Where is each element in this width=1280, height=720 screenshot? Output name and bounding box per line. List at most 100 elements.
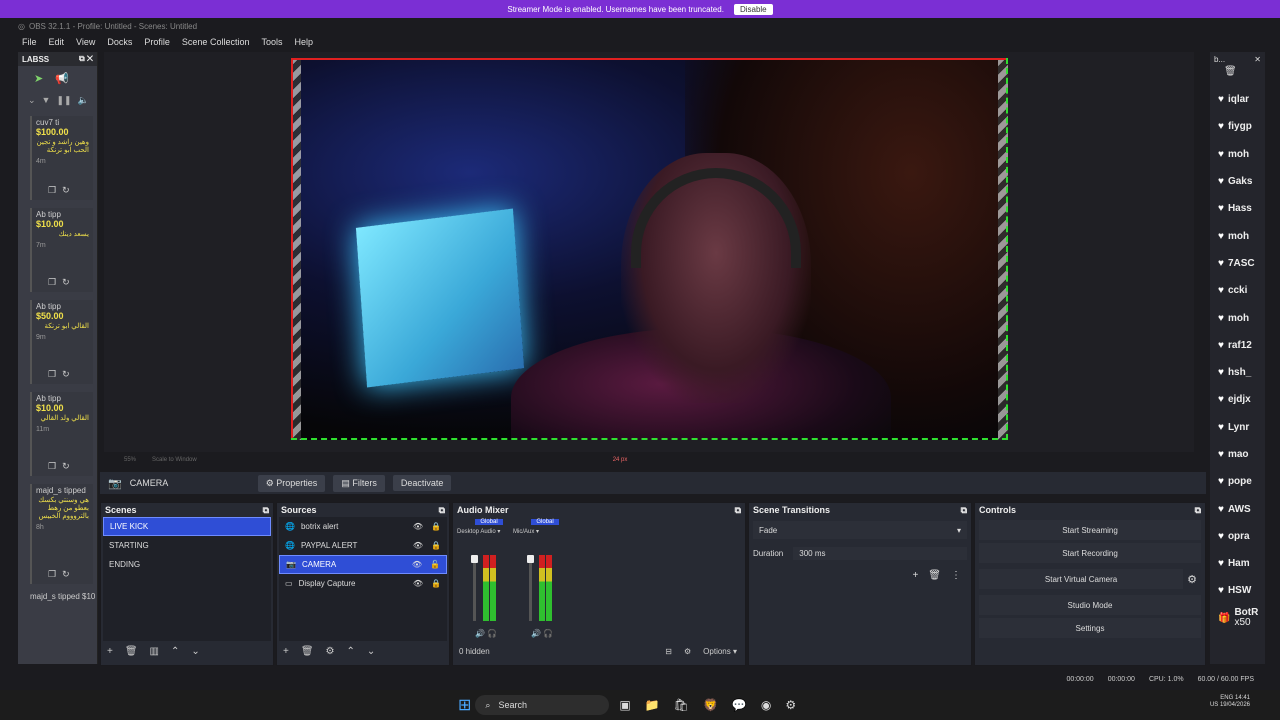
obs-icon[interactable]: ◉ bbox=[761, 698, 771, 712]
undock-icon[interactable]: ⧉ bbox=[735, 505, 741, 516]
disable-streamer-mode-button[interactable]: Disable bbox=[733, 3, 773, 15]
start-virtual-camera-button[interactable]: Start Virtual Camera bbox=[979, 569, 1184, 589]
scene-item-starting[interactable]: STARTING bbox=[103, 536, 271, 555]
scene-item-live-kick[interactable]: LIVE KICK bbox=[103, 517, 271, 536]
trash-icon[interactable]: 🗑 bbox=[301, 646, 314, 657]
source-item[interactable]: 📷 CAMERA 👁 🔓 bbox=[279, 555, 447, 574]
trash-icon[interactable]: 🗑 bbox=[928, 570, 941, 581]
down-arrow-icon[interactable]: ⌄ bbox=[367, 646, 375, 657]
start-streaming-button[interactable]: Start Streaming bbox=[979, 520, 1201, 540]
list-item[interactable]: ♥ mao bbox=[1210, 441, 1265, 468]
settings-button[interactable]: Settings bbox=[979, 618, 1201, 638]
studio-mode-button[interactable]: Studio Mode bbox=[979, 595, 1201, 615]
list-item[interactable]: ♥ moh bbox=[1210, 222, 1265, 249]
close-icon[interactable]: ✕ bbox=[1254, 55, 1261, 64]
list-item[interactable]: ♥ fiygp bbox=[1210, 113, 1265, 140]
volume-fader[interactable] bbox=[529, 555, 532, 621]
menu-edit[interactable]: Edit bbox=[49, 37, 65, 47]
headphones-icon[interactable]: 🎧 bbox=[543, 629, 553, 638]
replay-icon[interactable]: ↻ bbox=[62, 185, 70, 196]
lock-icon[interactable]: 🔒 bbox=[431, 579, 441, 588]
up-arrow-icon[interactable]: ⌃ bbox=[171, 646, 179, 657]
visibility-icon[interactable]: 👁 bbox=[413, 541, 423, 550]
add-icon[interactable]: + bbox=[283, 646, 289, 657]
list-item[interactable]: ♥ HSW bbox=[1210, 577, 1265, 604]
copy-icon[interactable]: ❐ bbox=[48, 569, 56, 580]
brave-browser-icon[interactable]: 🦁 bbox=[703, 698, 718, 712]
list-item[interactable]: ♥ raf12 bbox=[1210, 332, 1265, 359]
start-recording-button[interactable]: Start Recording bbox=[979, 543, 1201, 563]
messenger-icon[interactable]: 💬 bbox=[732, 698, 747, 712]
menu-file[interactable]: File bbox=[22, 37, 37, 47]
windows-start-icon[interactable]: ⊞ bbox=[458, 695, 471, 715]
list-item[interactable]: ♥ opra bbox=[1210, 523, 1265, 550]
speaker-icon[interactable]: 🔊 bbox=[475, 629, 485, 638]
copy-icon[interactable]: ❐ bbox=[48, 461, 56, 472]
menu-docks[interactable]: Docks bbox=[107, 37, 132, 47]
headphones-icon[interactable]: 🎧 bbox=[487, 629, 497, 638]
lock-icon[interactable]: 🔓 bbox=[430, 560, 440, 569]
source-item[interactable]: 🌐 botrix alert 👁 🔒 bbox=[279, 517, 447, 536]
more-icon[interactable]: ⋮ bbox=[951, 570, 961, 581]
trash-icon[interactable]: 🗑 bbox=[1210, 66, 1265, 86]
list-item[interactable]: ♥ ejdjx bbox=[1210, 386, 1265, 413]
list-item[interactable]: ♥ hsh_ bbox=[1210, 359, 1265, 386]
system-tray-clock[interactable]: ENG 14:41 US 19/04/2026 bbox=[1210, 695, 1250, 709]
undock-icon[interactable]: ⧉ bbox=[961, 505, 967, 516]
list-item[interactable]: 🎁 BotR x50 bbox=[1210, 605, 1265, 632]
deactivate-button[interactable]: Deactivate bbox=[392, 475, 452, 491]
menu-profile[interactable]: Profile bbox=[144, 37, 170, 47]
channel-name[interactable]: Desktop Audio ▾ bbox=[457, 528, 517, 535]
source-item[interactable]: 🌐 PAYPAL ALERT 👁 🔒 bbox=[279, 536, 447, 555]
filter-icon[interactable]: ▥ bbox=[150, 646, 159, 657]
dock-close-icon[interactable]: ⧉ ✕ bbox=[79, 54, 93, 64]
visibility-icon[interactable]: 👁 bbox=[413, 522, 423, 531]
undock-icon[interactable]: ⧉ bbox=[1195, 505, 1201, 516]
up-arrow-icon[interactable]: ⌃ bbox=[347, 646, 355, 657]
volume-fader-knob[interactable] bbox=[471, 555, 478, 563]
replay-icon[interactable]: ↻ bbox=[62, 569, 70, 580]
settings-icon[interactable]: ⚙ bbox=[785, 698, 796, 712]
add-icon[interactable]: + bbox=[912, 570, 918, 581]
copy-icon[interactable]: ❐ bbox=[48, 369, 56, 380]
duration-input[interactable]: 300 ms bbox=[793, 547, 967, 560]
copy-icon[interactable]: ❐ bbox=[48, 277, 56, 288]
scale-mode[interactable]: Scale to Window bbox=[152, 457, 197, 463]
channel-name[interactable]: Mic/Aux ▾ bbox=[513, 528, 573, 535]
visibility-icon[interactable]: 👁 bbox=[412, 560, 422, 569]
replay-icon[interactable]: ↻ bbox=[62, 277, 70, 288]
gear-icon[interactable]: ⚙ bbox=[1187, 573, 1205, 586]
lock-icon[interactable]: 🔒 bbox=[431, 541, 441, 550]
store-icon[interactable]: 🛍 bbox=[674, 698, 689, 712]
lock-icon[interactable]: 🔒 bbox=[431, 522, 441, 531]
scene-item-ending[interactable]: ENDING bbox=[103, 555, 271, 574]
filters-button[interactable]: ▤ Filters bbox=[333, 474, 385, 492]
list-item[interactable]: ♥ 7ASC bbox=[1210, 250, 1265, 277]
properties-button[interactable]: ⚙ Properties bbox=[257, 474, 326, 492]
filter-icon[interactable]: ▼ bbox=[42, 95, 51, 105]
replay-icon[interactable]: ↻ bbox=[62, 369, 70, 380]
scale-value[interactable]: 55% bbox=[124, 457, 136, 463]
menu-scene-collection[interactable]: Scene Collection bbox=[182, 37, 250, 47]
menu-view[interactable]: View bbox=[76, 37, 95, 47]
gear-icon[interactable]: ⚙ bbox=[326, 646, 335, 657]
list-item[interactable]: ♥ pope bbox=[1210, 468, 1265, 495]
list-item[interactable]: ♥ Ham bbox=[1210, 550, 1265, 577]
list-item[interactable]: ♥ moh bbox=[1210, 141, 1265, 168]
transition-type-select[interactable]: Fade ▾ bbox=[753, 521, 967, 539]
list-item[interactable]: ♥ iqlar bbox=[1210, 86, 1265, 113]
speaker-icon[interactable]: 🔊 bbox=[531, 629, 541, 638]
menu-help[interactable]: Help bbox=[294, 37, 313, 47]
list-item[interactable]: ♥ Gaks bbox=[1210, 168, 1265, 195]
visibility-icon[interactable]: 👁 bbox=[413, 579, 423, 588]
copy-icon[interactable]: ❐ bbox=[48, 185, 56, 196]
volume-icon[interactable]: 🔈 bbox=[78, 95, 89, 106]
megaphone-icon[interactable]: 📢 bbox=[55, 72, 69, 85]
replay-icon[interactable]: ↻ bbox=[62, 461, 70, 472]
source-item[interactable]: ▭ Display Capture 👁 🔒 bbox=[279, 574, 447, 593]
send-icon[interactable]: ➤ bbox=[34, 72, 43, 85]
task-view-icon[interactable]: ▣ bbox=[619, 698, 630, 712]
list-item[interactable]: ♥ ccki bbox=[1210, 277, 1265, 304]
down-arrow-icon[interactable]: ⌄ bbox=[191, 646, 199, 657]
preview-camera-source[interactable] bbox=[291, 58, 1008, 440]
